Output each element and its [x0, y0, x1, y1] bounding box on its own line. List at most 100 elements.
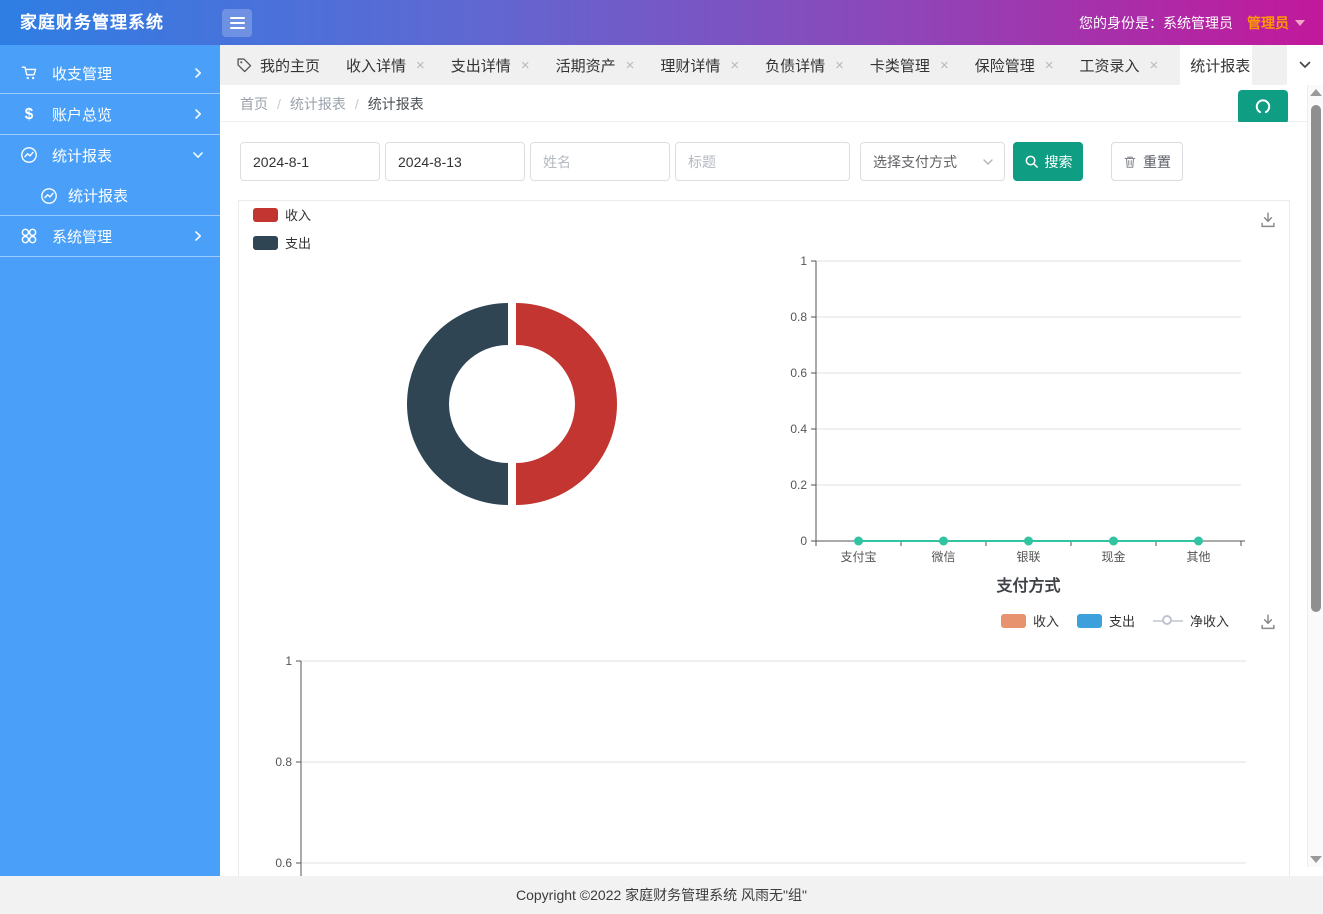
tab-debt-detail[interactable]: 负债详情 ×: [761, 45, 848, 85]
breadcrumb-item[interactable]: 首页: [240, 94, 268, 114]
tab-current-assets[interactable]: 活期资产 ×: [552, 45, 639, 85]
tab-label: 活期资产: [556, 55, 616, 76]
legend-line-marker: [1153, 615, 1183, 627]
svg-text:0.6: 0.6: [790, 366, 807, 380]
breadcrumb-row: 首页/统计报表/统计报表: [220, 85, 1323, 122]
legend-item[interactable]: 收入: [253, 205, 311, 224]
content-body: 选择支付方式 搜索 重置: [220, 122, 1323, 876]
download-icon[interactable]: [1259, 211, 1277, 229]
legend-item[interactable]: 收入: [1001, 611, 1059, 630]
close-icon[interactable]: ×: [416, 58, 425, 73]
close-icon[interactable]: ×: [940, 58, 949, 73]
sidebar-subitem-label: 统计报表: [68, 185, 128, 206]
svg-text:1: 1: [285, 654, 292, 668]
name-input[interactable]: [530, 142, 670, 181]
copyright-text: Copyright ©2022 家庭财务管理系统 风雨无"组": [516, 885, 807, 905]
chevron-right-icon: [192, 108, 204, 120]
svg-text:0.2: 0.2: [790, 478, 807, 492]
sidebar-item-label: 统计报表: [52, 145, 192, 166]
footer: Copyright ©2022 家庭财务管理系统 风雨无"组": [0, 876, 1323, 914]
close-icon[interactable]: ×: [1045, 58, 1054, 73]
tab-label: 统计报表: [1190, 55, 1250, 76]
close-icon[interactable]: ×: [835, 58, 844, 73]
tab-label: 卡类管理: [870, 55, 930, 76]
legend-swatch: [253, 236, 278, 250]
legend-label: 净收入: [1190, 611, 1229, 630]
breadcrumb-separator: /: [277, 96, 281, 112]
scroll-up-arrow[interactable]: [1310, 89, 1322, 96]
chevron-right-icon: [192, 67, 204, 79]
close-icon[interactable]: ×: [626, 58, 635, 73]
sidebar-item-income-expense[interactable]: 收支管理: [0, 53, 220, 93]
chevron-down-icon: [192, 149, 204, 161]
legend-item[interactable]: 支出: [1077, 611, 1135, 630]
svg-text:微信: 微信: [931, 550, 955, 564]
close-icon[interactable]: ×: [521, 58, 530, 73]
sidebar-subitem-report-sub[interactable]: 统计报表: [0, 175, 220, 215]
svg-text:0.8: 0.8: [790, 310, 807, 324]
legend-swatch: [1001, 614, 1026, 628]
svg-text:0.8: 0.8: [275, 755, 292, 769]
chevron-down-icon: [982, 156, 994, 168]
tab-income-detail[interactable]: 收入详情 ×: [342, 45, 429, 85]
tab-expense-detail[interactable]: 支出详情×: [447, 45, 534, 85]
pie-legend: 收入支出: [253, 205, 311, 252]
header-right: 您的身份是：系统管理员 管理员: [1079, 0, 1305, 45]
tab-report[interactable]: 统计报表: [1180, 45, 1252, 85]
refresh-icon: [1255, 99, 1271, 115]
close-icon[interactable]: ×: [730, 58, 739, 73]
svg-text:1: 1: [800, 254, 807, 268]
legend-label: 收入: [1033, 611, 1059, 630]
chart-icon: [40, 187, 56, 203]
legend-label: 收入: [285, 205, 311, 224]
sidebar-menu: 收支管理$账户总览统计报表统计报表系统管理: [0, 45, 220, 876]
title-input[interactable]: [675, 142, 850, 181]
tab-label: 收入详情: [346, 55, 406, 76]
identity-label: 您的身份是：系统管理员: [1079, 13, 1233, 33]
legend-item[interactable]: 净收入: [1153, 611, 1229, 630]
sidebar-item-account-overview[interactable]: $账户总览: [0, 94, 220, 134]
main-content: 我的主页收入详情×支出详情×活期资产×理财详情×负债详情×卡类管理×保险管理×工…: [220, 45, 1323, 876]
donut-chart: [407, 299, 617, 509]
payment-method-select[interactable]: 选择支付方式: [860, 142, 1005, 181]
scroll-down-arrow[interactable]: [1310, 856, 1322, 863]
tab-my-home[interactable]: 我的主页: [232, 45, 324, 85]
svg-text:0.4: 0.4: [790, 422, 807, 436]
legend-swatch: [253, 208, 278, 222]
end-date-input[interactable]: [385, 142, 525, 181]
sidebar-item-report[interactable]: 统计报表: [0, 135, 220, 175]
sidebar-item-label: 系统管理: [52, 226, 192, 247]
tab-card-mgmt[interactable]: 卡类管理 ×: [866, 45, 953, 85]
svg-text:现金: 现金: [1101, 549, 1125, 564]
breadcrumb: 首页/统计报表/统计报表: [240, 85, 424, 122]
legend-item[interactable]: 支出: [253, 233, 311, 252]
hamburger-button[interactable]: [222, 9, 252, 37]
tab-finance-detail[interactable]: 理财详情 ×: [656, 45, 743, 85]
tab-insurance-mgmt[interactable]: 保险管理×: [971, 45, 1058, 85]
role-dropdown[interactable]: 管理员: [1247, 13, 1305, 33]
scrollbar-thumb[interactable]: [1311, 105, 1321, 612]
chart-icon: [20, 146, 38, 164]
svg-text:银联: 银联: [1016, 550, 1040, 564]
download-icon[interactable]: [1259, 613, 1277, 631]
search-button[interactable]: 搜索: [1013, 142, 1083, 181]
breadcrumb-separator: /: [355, 96, 359, 112]
tab-label: 负债详情: [765, 55, 825, 76]
refresh-button[interactable]: [1238, 90, 1288, 124]
legend-label: 支出: [1109, 611, 1135, 630]
vertical-scrollbar[interactable]: [1307, 85, 1323, 867]
sidebar-item-system[interactable]: 系统管理: [0, 216, 220, 256]
tab-label: 理财详情: [660, 55, 720, 76]
bar-chart-legend: 收入 支出 净收入: [1001, 611, 1229, 630]
tab-overflow-button[interactable]: [1287, 45, 1323, 85]
page: 家庭财务管理系统 您的身份是：系统管理员 管理员 收支管理$账户总览统计报表统计…: [0, 0, 1323, 914]
search-form: 选择支付方式 搜索 重置: [240, 142, 1183, 181]
reset-button-label: 重置: [1143, 152, 1171, 172]
sidebar-item-label: 收支管理: [52, 63, 192, 84]
close-icon[interactable]: ×: [1150, 58, 1159, 73]
start-date-input[interactable]: [240, 142, 380, 181]
reset-button[interactable]: 重置: [1111, 142, 1183, 181]
breadcrumb-item[interactable]: 统计报表: [290, 94, 346, 114]
tab-salary-entry[interactable]: 工资录入×: [1075, 45, 1162, 85]
income-expense-chart: 10.80.6: [259, 646, 1269, 876]
